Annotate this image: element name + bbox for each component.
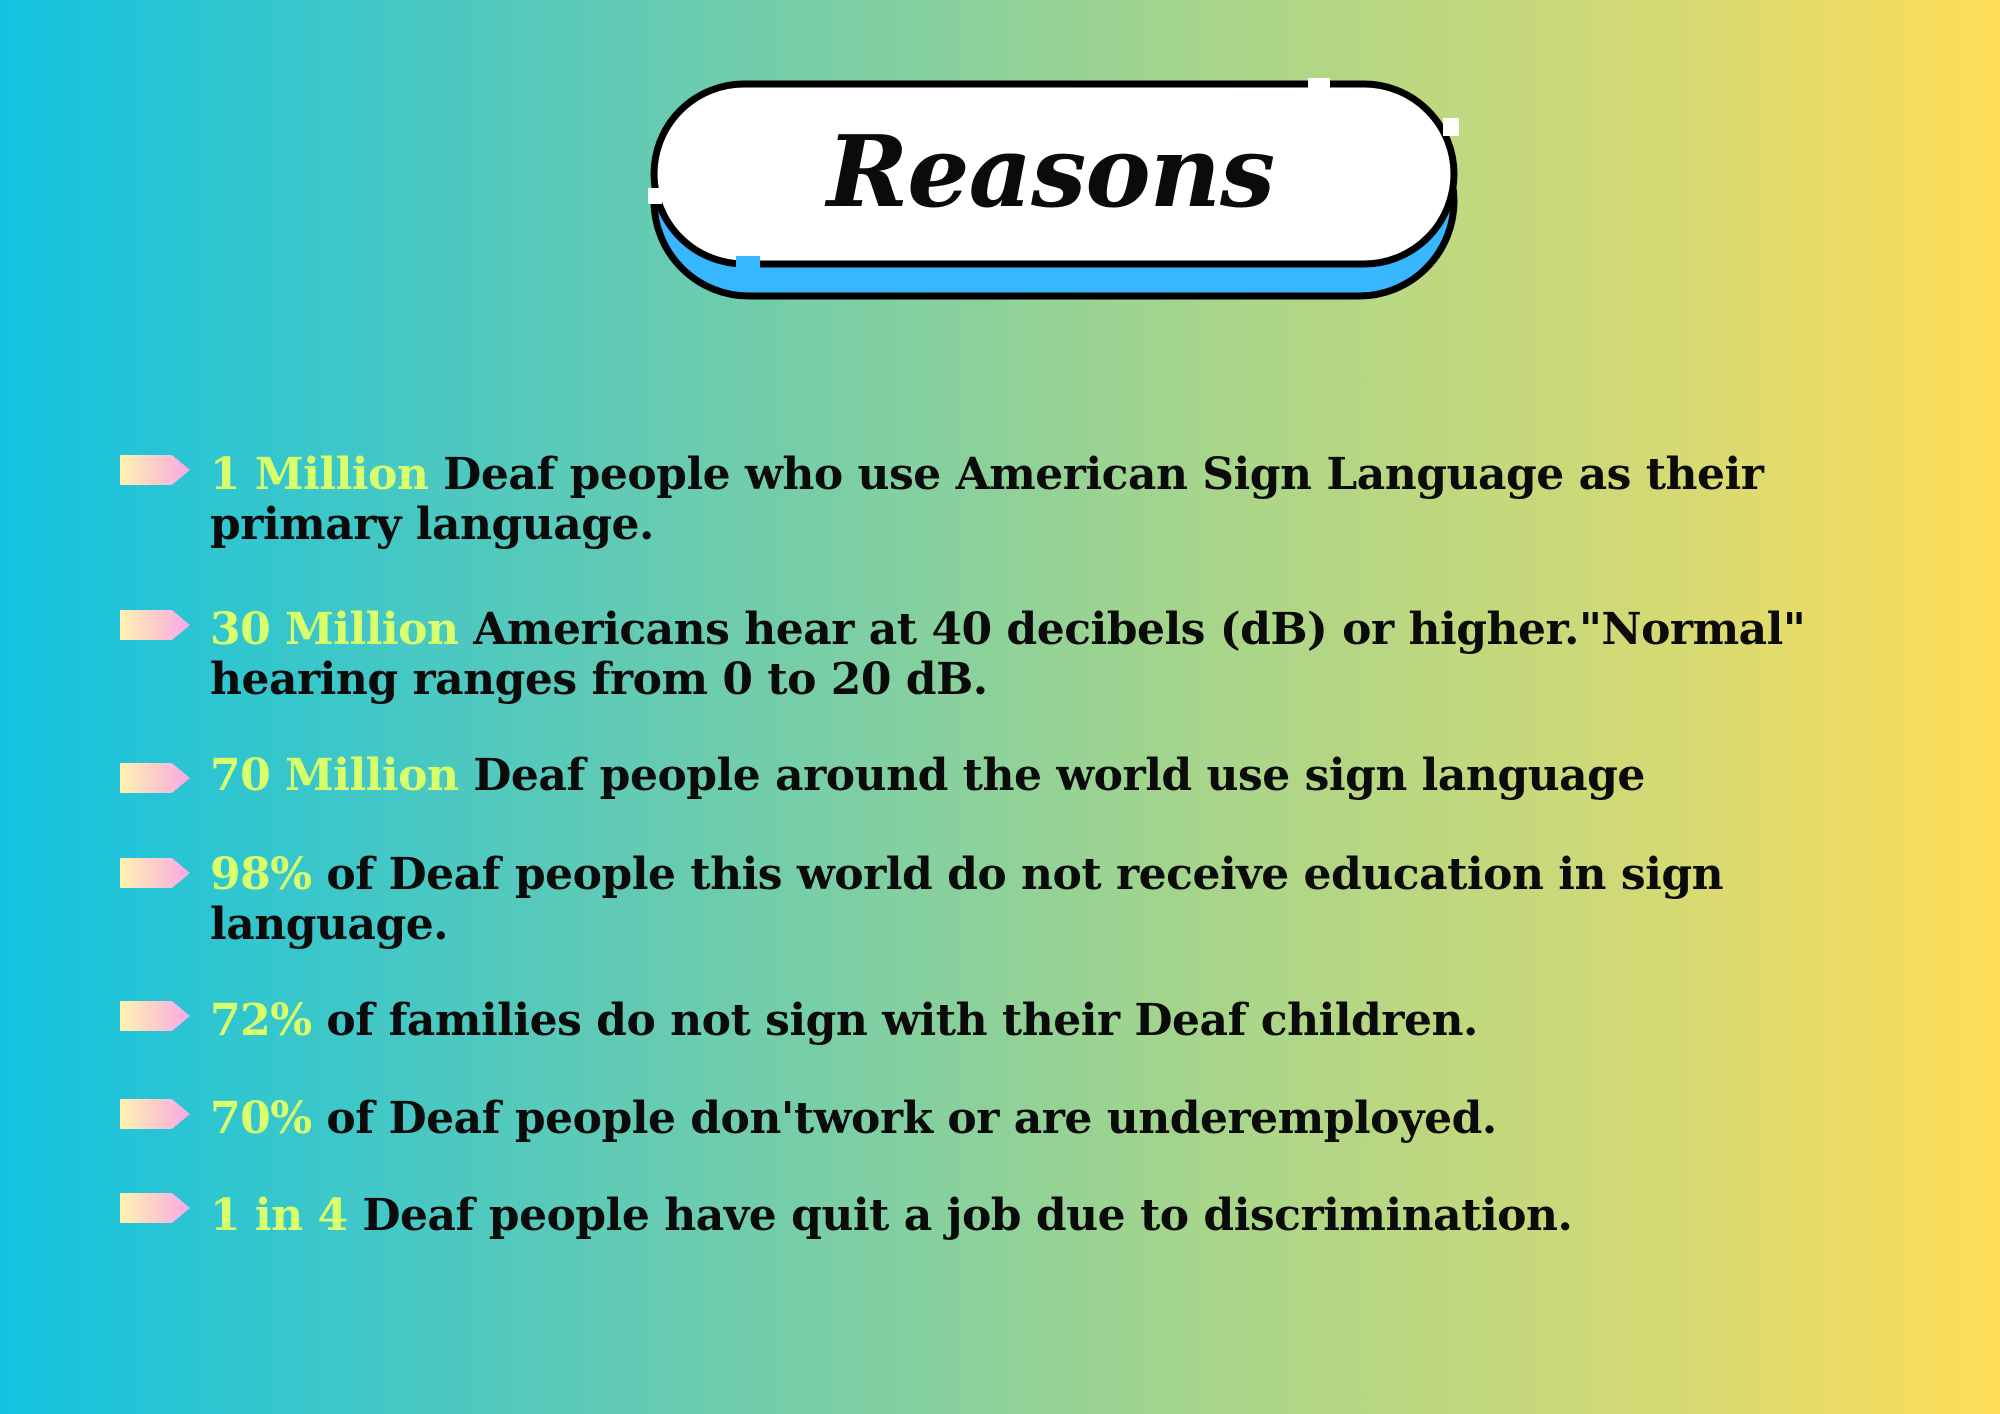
arrow-tag-icon (120, 1193, 190, 1223)
reason-text: 1 Million Deaf people who use American S… (210, 450, 1930, 550)
reason-text: 70 Million Deaf people around the world … (210, 751, 1930, 801)
reason-description: of families do not sign with their Deaf … (311, 995, 1478, 1046)
reason-text: 1 in 4 Deaf people have quit a job due t… (210, 1191, 1930, 1241)
reason-description: Deaf people who use American Sign Langua… (210, 449, 1764, 550)
reason-highlight: 70 Million (210, 750, 459, 801)
reason-description: of Deaf people this world do not receive… (210, 849, 1724, 950)
reason-description: Deaf people around the world use sign la… (458, 750, 1645, 801)
reason-text: 70% of Deaf people don'twork or are unde… (210, 1094, 1930, 1144)
arrow-tag-icon (120, 763, 190, 793)
arrow-tag-icon (120, 1001, 190, 1031)
reason-text: 72% of families do not sign with their D… (210, 996, 1930, 1046)
reason-description: Deaf people have quit a job due to discr… (347, 1190, 1573, 1241)
reason-description: of Deaf people don'twork or are underemp… (311, 1093, 1497, 1144)
arrow-tag-icon (120, 858, 190, 888)
arrow-tag-icon (120, 610, 190, 640)
reason-highlight: 1 Million (210, 449, 429, 500)
reason-highlight: 30 Million (210, 604, 459, 655)
reason-text: 98% of Deaf people this world do not rec… (210, 850, 1930, 950)
reason-highlight: 70% (210, 1093, 312, 1144)
reasons-list: 1 Million Deaf people who use American S… (0, 0, 2000, 1414)
arrow-tag-icon (120, 455, 190, 485)
reason-highlight: 98% (210, 849, 312, 900)
reason-highlight: 72% (210, 995, 312, 1046)
arrow-tag-icon (120, 1099, 190, 1129)
reason-highlight: 1 in 4 (210, 1190, 348, 1241)
reason-text: 30 Million Americans hear at 40 decibels… (210, 605, 1930, 705)
